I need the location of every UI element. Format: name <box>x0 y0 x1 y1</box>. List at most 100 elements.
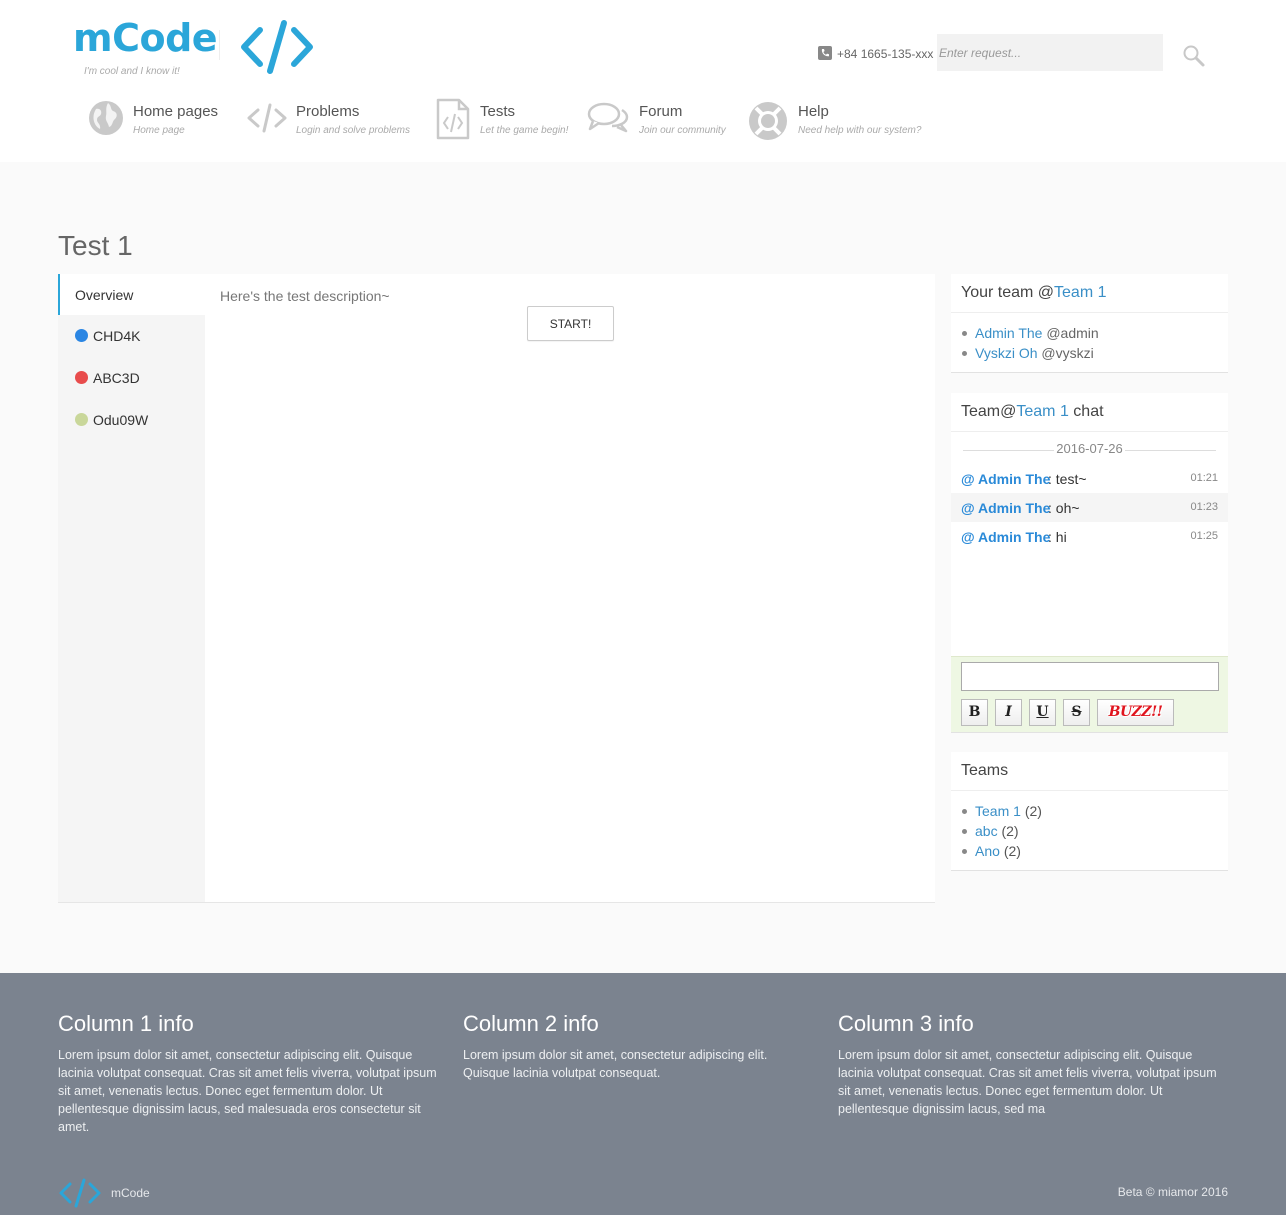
chat-message-time: 01:21 <box>1190 472 1218 484</box>
chat-message-text: : oh~ <box>1048 500 1080 516</box>
list-item: Team 1 (2) <box>961 801 1228 821</box>
nav-home[interactable]: Home pages Home page <box>88 96 228 146</box>
footer-column-text: Lorem ipsum dolor sit amet, consectetur … <box>463 1048 768 1080</box>
list-item: abc (2) <box>961 821 1228 841</box>
footer-column-3: Column 3 info Lorem ipsum dolor sit amet… <box>838 1011 1228 1118</box>
underline-button[interactable]: U <box>1029 699 1056 726</box>
test-description: Here's the test description~ <box>220 288 390 304</box>
teams-title: Teams <box>951 752 1228 791</box>
nav-forum[interactable]: Forum Join our community <box>587 96 732 146</box>
footer-column-title: Column 1 info <box>58 1011 194 1036</box>
lifebuoy-icon <box>747 100 789 147</box>
your-team-name-link[interactable]: Team 1 <box>1054 284 1106 301</box>
nav-help-subtitle: Need help with our system? <box>798 125 922 136</box>
list-item: Vyskzi Oh @vyskzi <box>961 343 1228 363</box>
chat-bubbles-icon <box>587 100 631 141</box>
code-icon <box>246 100 288 141</box>
team-count: (2) <box>1003 843 1021 859</box>
nav-problems-title: Problems <box>296 103 360 120</box>
nav-forum-title: Forum <box>639 103 683 120</box>
nav-problems-subtitle: Login and solve problems <box>296 125 410 136</box>
nav-help[interactable]: Help Need help with our system? <box>747 96 927 146</box>
team-link[interactable]: abc <box>975 823 998 839</box>
team-count: (2) <box>1024 803 1042 819</box>
tab-chd4k-label: CHD4K <box>93 328 141 344</box>
teams-list: Team 1 (2) abc (2) Ano (2) <box>951 791 1228 861</box>
search-input[interactable] <box>937 34 1163 71</box>
member-name-link[interactable]: Vyskzi Oh <box>975 345 1038 361</box>
logo-divider <box>219 30 220 60</box>
chat-date-row: 2016-07-26 <box>951 441 1228 456</box>
nav-help-title: Help <box>798 103 829 120</box>
footer-column-title: Column 3 info <box>838 1011 974 1036</box>
phone-number: +84 1665-135-xxx <box>837 47 934 61</box>
nav-forum-subtitle: Join our community <box>639 125 726 136</box>
start-button[interactable]: START! <box>527 306 614 341</box>
footer-column-text: Lorem ipsum dolor sit amet, consectetur … <box>58 1048 437 1134</box>
member-handle-link[interactable]: @admin <box>1046 325 1098 341</box>
tab-problem-chd4k[interactable]: CHD4K <box>58 315 205 356</box>
phone-icon <box>818 46 832 60</box>
tab-overview-label: Overview <box>75 287 134 303</box>
footer-copyright: Beta © miamor 2016 <box>1117 1185 1228 1199</box>
team-chat-title-prefix: Team@ <box>961 403 1017 420</box>
chat-author-link[interactable]: @ Admin The <box>961 529 1050 545</box>
teams-panel: Teams Team 1 (2) abc (2) Ano (2) <box>951 752 1228 871</box>
chat-author-link[interactable]: @ Admin The <box>961 500 1050 516</box>
your-team-title: Your team @Team 1 <box>951 274 1228 313</box>
italic-button[interactable]: I <box>995 699 1022 726</box>
site-logo[interactable]: mCode <box>73 16 218 60</box>
team-chat-team-link[interactable]: Team 1 <box>1016 403 1068 420</box>
chat-message-time: 01:23 <box>1190 501 1218 513</box>
team-link[interactable]: Ano <box>975 843 1000 859</box>
member-name-link[interactable]: Admin The <box>975 325 1042 341</box>
chat-message: @ Admin The : oh~ 01:23 <box>951 493 1228 522</box>
buzz-button[interactable]: BUZZ!! <box>1097 699 1174 726</box>
nav-tests[interactable]: Tests Let the game begin! <box>435 96 575 146</box>
nav-home-subtitle: Home page <box>133 125 185 136</box>
code-brackets-logo-icon[interactable] <box>240 18 314 81</box>
status-dot-icon <box>75 413 88 426</box>
status-dot-icon <box>75 371 88 384</box>
team-chat-title-suffix: chat <box>1068 403 1104 420</box>
chat-message-text: : hi <box>1048 529 1067 545</box>
footer-column-title: Column 2 info <box>463 1011 599 1036</box>
status-dot-icon <box>75 329 88 342</box>
nav-home-title: Home pages <box>133 103 219 120</box>
chat-message-time: 01:25 <box>1190 530 1218 542</box>
tab-abc3d-label: ABC3D <box>93 370 140 386</box>
chat-compose-area: B I U S BUZZ!! <box>951 656 1228 732</box>
footer-code-logo-icon[interactable] <box>58 1178 102 1213</box>
chat-message-text: : test~ <box>1048 471 1087 487</box>
nav-tests-subtitle: Let the game begin! <box>480 125 569 136</box>
member-handle-link[interactable]: @vyskzi <box>1041 345 1093 361</box>
team-chat-panel: Team@Team 1 chat 2016-07-26 @ Admin The … <box>951 393 1228 733</box>
tab-overview[interactable]: Overview <box>58 274 205 315</box>
footer-column-1: Column 1 info Lorem ipsum dolor sit amet… <box>58 1011 448 1136</box>
tab-odu09w-label: Odu09W <box>93 412 149 428</box>
chat-date: 2016-07-26 <box>1054 441 1125 456</box>
list-item: Admin The @admin <box>961 323 1228 343</box>
nav-problems[interactable]: Problems Login and solve problems <box>246 96 416 146</box>
team-link[interactable]: Team 1 <box>975 803 1021 819</box>
site-tagline: I'm cool and I know it! <box>84 66 180 77</box>
footer-column-2: Column 2 info Lorem ipsum dolor sit amet… <box>463 1011 803 1082</box>
tab-problem-odu09w[interactable]: Odu09W <box>58 399 205 440</box>
search-icon[interactable] <box>1180 42 1208 70</box>
chat-message: @ Admin The : test~ 01:21 <box>951 464 1228 493</box>
list-item: Ano (2) <box>961 841 1228 861</box>
page-title: Test 1 <box>58 230 133 261</box>
chat-message: @ Admin The : hi 01:25 <box>951 522 1228 551</box>
chat-message-input[interactable] <box>961 662 1219 691</box>
nav-tests-title: Tests <box>480 103 516 120</box>
strikethrough-button[interactable]: S <box>1063 699 1090 726</box>
footer-column-text: Lorem ipsum dolor sit amet, consectetur … <box>838 1048 1217 1116</box>
bold-button[interactable]: B <box>961 699 988 726</box>
test-tabs: Overview CHD4K ABC3D Odu09W <box>58 274 205 903</box>
globe-icon <box>88 100 124 141</box>
site-footer: Column 1 info Lorem ipsum dolor sit amet… <box>0 973 1286 1215</box>
file-code-icon <box>435 98 471 145</box>
team-count: (2) <box>1001 823 1019 839</box>
chat-author-link[interactable]: @ Admin The <box>961 471 1050 487</box>
tab-problem-abc3d[interactable]: ABC3D <box>58 357 205 398</box>
